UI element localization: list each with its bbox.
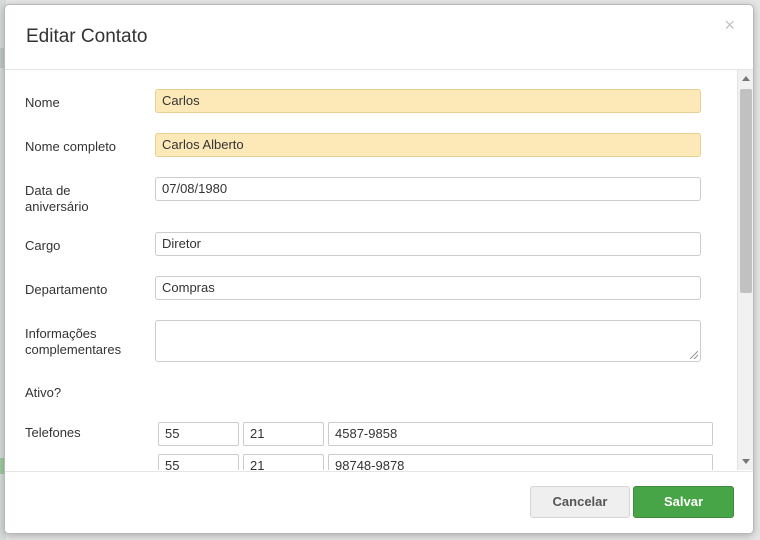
edit-contact-dialog: Editar Contato × Nome Carlos Nome comple… <box>4 4 754 534</box>
informacoes-label-line1: Informações <box>25 326 97 341</box>
telefones-label: Telefones <box>25 425 81 440</box>
informacoes-label: Informações complementares <box>25 326 145 358</box>
dialog-footer: Cancelar Salvar <box>5 471 753 533</box>
phone-area-code-input[interactable]: 21 <box>243 422 324 446</box>
aniversario-label-line1: Data de <box>25 183 71 198</box>
aniversario-input[interactable]: 07/08/1980 <box>155 177 701 201</box>
aniversario-label: Data de aniversário <box>25 183 145 215</box>
ativo-label: Ativo? <box>25 385 62 400</box>
dialog-title: Editar Contato <box>26 26 148 47</box>
departamento-input[interactable]: Compras <box>155 276 701 300</box>
cargo-label: Cargo <box>25 238 61 253</box>
phone-number-input[interactable]: 98748-9878 <box>328 454 713 470</box>
nome-input[interactable]: Carlos <box>155 89 701 113</box>
informacoes-label-line2: complementares <box>25 342 122 357</box>
cargo-input[interactable]: Diretor <box>155 232 701 256</box>
scroll-down-arrow-icon[interactable] <box>742 459 750 464</box>
nome-label: Nome <box>25 95 60 110</box>
resize-grip-icon[interactable] <box>690 351 698 359</box>
aniversario-label-line2: aniversário <box>25 199 89 214</box>
dialog-body: Nome Carlos Nome completo Carlos Alberto… <box>5 70 753 470</box>
scrollbar-thumb[interactable] <box>740 89 752 293</box>
close-icon[interactable]: × <box>724 16 735 34</box>
nome-completo-label: Nome completo <box>25 139 117 154</box>
phone-number-input[interactable]: 4587-9858 <box>328 422 713 446</box>
scroll-up-arrow-icon[interactable] <box>742 76 750 81</box>
departamento-label: Departamento <box>25 282 108 297</box>
informacoes-textarea[interactable] <box>155 320 701 362</box>
phone-country-code-input[interactable]: 55 <box>158 454 239 470</box>
phone-country-code-input[interactable]: 55 <box>158 422 239 446</box>
phone-area-code-input[interactable]: 21 <box>243 454 324 470</box>
nome-completo-input[interactable]: Carlos Alberto <box>155 133 701 157</box>
dialog-header: Editar Contato × <box>5 5 753 70</box>
cancel-button[interactable]: Cancelar <box>530 486 630 518</box>
dialog-scrollbar[interactable] <box>737 70 753 470</box>
save-button[interactable]: Salvar <box>633 486 734 518</box>
